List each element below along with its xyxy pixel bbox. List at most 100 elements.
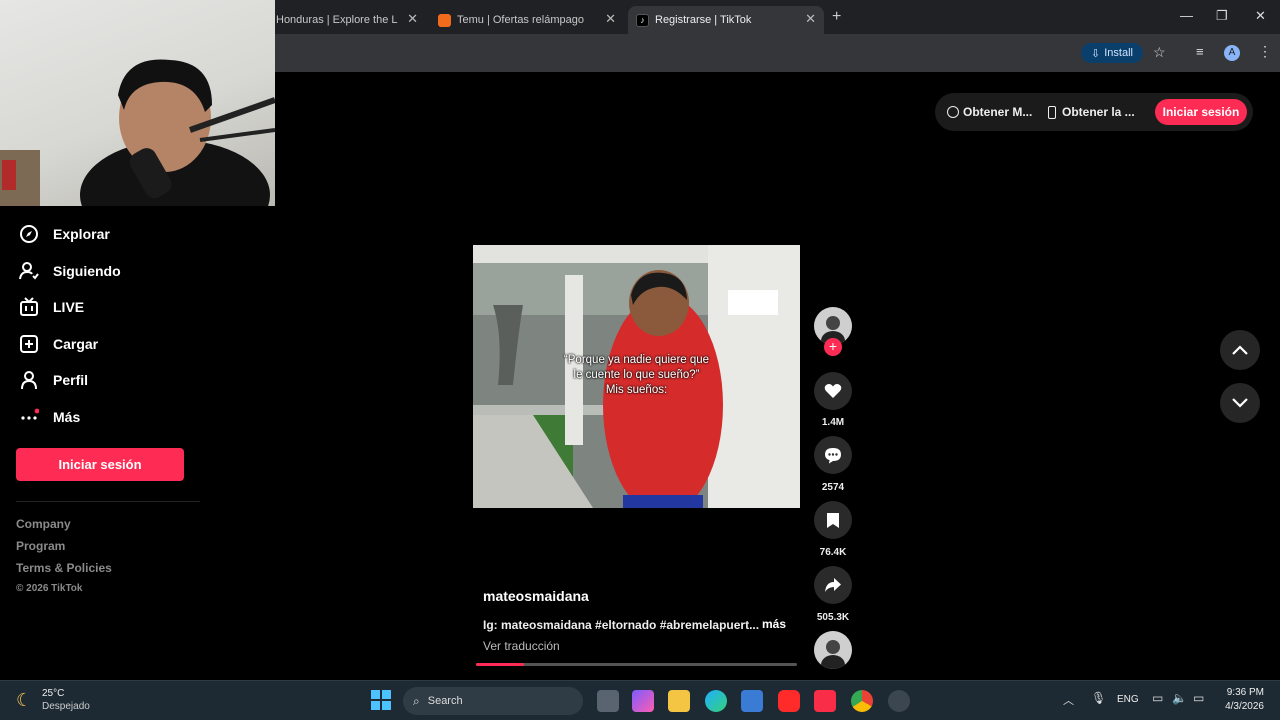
like-button[interactable] [814,372,852,410]
minimize-icon[interactable]: — [1180,8,1193,23]
share-icon [825,578,841,592]
footer-link-terms[interactable]: Terms & Policies [16,561,112,575]
sidebar-item-label: Más [53,409,81,425]
network-icon[interactable]: ▭ [1152,691,1163,705]
footer-link-company[interactable]: Company [16,517,71,531]
store-icon[interactable] [741,690,763,712]
video-caption-line: “Porque ya nadie quiere que [563,354,710,366]
chrome-icon[interactable] [851,690,873,712]
search-label: Search [427,695,463,707]
phone-icon [1048,105,1056,119]
sidebar-item-label: Cargar [53,336,99,352]
footer-link-program[interactable]: Program [16,539,65,553]
sidebar-item-label: Explorar [53,226,110,242]
window-close-icon[interactable]: ✕ [1255,8,1266,24]
task-view-icon[interactable] [597,690,619,712]
temu-favicon-icon [438,13,451,27]
compass-icon [18,223,40,245]
following-icon [18,260,40,282]
video-description: Ig: mateosmaidana #eltornado #abremelapu… [483,618,760,632]
weather-temp[interactable]: 25°C [42,688,64,699]
microphone-icon[interactable]: 🎙 [1091,691,1106,705]
share-button[interactable] [814,566,852,604]
tab-temu[interactable]: Temu | Ofertas relámpago ✕ [430,6,624,34]
sidebar-divider [16,501,200,502]
comment-icon [825,447,841,463]
tab-tiktok[interactable]: ♪ Registrarse | TikTok ✕ [628,6,824,34]
clock-date[interactable]: 4/3/2026 [1216,701,1264,712]
close-tab-icon[interactable]: ✕ [605,11,616,27]
translate-link[interactable]: Ver traducción [483,639,560,653]
tab-honduras[interactable]: Honduras | Explore the La ✕ [268,6,426,34]
windows-taskbar: ☾ 25°C Despejado ⌕ Search ︿ 🎙 ENG ▭ 🔈 ▭ … [0,680,1280,720]
music-disc-icon [814,631,852,669]
close-tab-icon[interactable]: ✕ [407,11,418,27]
sidebar-item-siguiendo[interactable]: Siguiendo [18,258,121,284]
get-app-link[interactable]: Obtener la ... [1048,105,1135,119]
search-icon: ⌕ [413,693,420,708]
video-author[interactable]: mateosmaidana [483,588,589,604]
save-button[interactable] [814,501,852,539]
video-player[interactable]: “Porque ya nadie quiere que le cuente lo… [473,245,800,508]
battery-icon[interactable]: ▭ [1193,691,1204,705]
sidebar-item-live[interactable]: LIVE [18,294,84,320]
get-app-label: Obtener la ... [1062,105,1135,119]
volume-icon[interactable]: 🔈 [1172,691,1187,705]
restore-icon[interactable]: ❐ [1216,8,1228,24]
comment-button[interactable] [814,436,852,474]
install-label: Install [1104,47,1133,59]
video-progress-fill [476,663,525,666]
copilot-icon[interactable] [632,690,654,712]
sidebar-item-cargar[interactable]: Cargar [18,331,98,357]
settings-app-icon[interactable] [888,690,910,712]
chevron-down-icon [1232,398,1248,408]
next-video-button[interactable] [1220,383,1260,423]
youtube-icon[interactable] [778,690,800,712]
like-count: 1.4M [821,417,845,428]
sidebar-item-perfil[interactable]: Perfil [18,367,88,393]
install-app-button[interactable]: ⇩ Install [1081,43,1143,63]
sidebar-item-label: Perfil [53,372,89,388]
coin-icon [947,106,959,118]
clock-time[interactable]: 9:36 PM [1226,687,1264,698]
get-coins-link[interactable]: Obtener M... [947,105,1032,119]
language-indicator[interactable]: ENG [1117,694,1139,705]
sound-disc[interactable] [814,631,852,669]
more-icon [18,406,40,428]
media-controls-icon[interactable]: ≡ [1196,44,1204,59]
login-button[interactable]: Iniciar sesión [16,448,184,481]
install-icon: ⇩ [1091,47,1101,60]
top-login-button[interactable]: Iniciar sesión [1155,99,1247,125]
file-explorer-icon[interactable] [668,690,690,712]
browser-menu-icon[interactable]: ⋮ [1258,43,1272,60]
new-tab-icon[interactable]: + [832,8,841,26]
share-count: 505.3K [816,612,850,623]
weather-desc[interactable]: Despejado [42,701,90,712]
webcam-overlay [0,0,275,206]
description-more-link[interactable]: más [762,617,786,631]
follow-plus-icon[interactable]: + [824,338,842,356]
sidebar-item-mas[interactable]: Más [18,404,80,430]
profile-avatar[interactable]: A [1224,45,1240,61]
live-icon [18,296,40,318]
tray-overflow-icon[interactable]: ︿ [1063,692,1074,708]
sidebar-item-explorar[interactable]: Explorar [18,221,110,247]
bookmark-icon [827,512,839,528]
windows-start-icon[interactable] [371,690,391,710]
sidebar-item-label: Siguiendo [53,263,121,279]
video-progress-bar[interactable] [476,663,797,666]
heart-icon [824,384,842,398]
edge-icon[interactable] [705,690,727,712]
sidebar-item-label: LIVE [53,299,85,315]
copyright-text: © 2026 TikTok [16,583,83,594]
comment-count: 2574 [821,482,845,493]
previous-video-button[interactable] [1220,330,1260,370]
get-coins-label: Obtener M... [963,105,1033,119]
close-tab-icon[interactable]: ✕ [805,11,816,27]
upload-icon [18,333,40,355]
music-app-icon[interactable] [814,690,836,712]
moon-weather-icon: ☾ [16,690,33,710]
webcam-image [0,59,275,206]
taskbar-search-box[interactable]: ⌕ Search [403,687,583,715]
bookmark-star-icon[interactable]: ☆ [1153,44,1166,61]
